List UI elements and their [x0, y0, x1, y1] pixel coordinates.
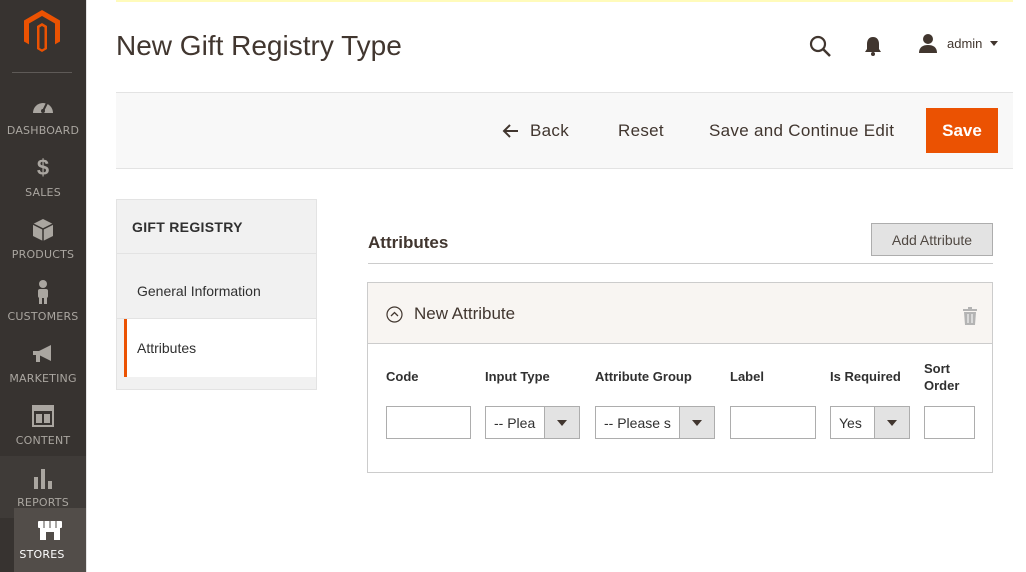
attribute-group-value: -- Please s	[604, 415, 671, 431]
collapse-icon[interactable]	[386, 306, 403, 323]
label-column-label: Label	[730, 369, 764, 384]
back-button[interactable]: Back	[502, 121, 569, 141]
nav-products[interactable]: PRODUCTS	[0, 208, 86, 270]
gift-registry-tabs: GIFT REGISTRY General Information Attrib…	[116, 199, 317, 390]
is-required-column-label: Is Required	[830, 369, 901, 384]
admin-sidebar: DASHBOARD $ SALES PRODUCTS CUSTOMERS MAR…	[0, 0, 86, 572]
bar-chart-icon	[0, 464, 86, 492]
store-icon	[14, 516, 86, 544]
nav-stores[interactable]: STORES	[14, 508, 86, 572]
nav-label: STORES	[19, 548, 65, 561]
back-label: Back	[530, 121, 569, 140]
user-icon[interactable]	[918, 34, 938, 54]
nav-sales[interactable]: $ SALES	[0, 146, 86, 208]
nav-label: CUSTOMERS	[7, 310, 79, 323]
nav-content[interactable]: CONTENT	[0, 394, 86, 456]
tab-attributes[interactable]: Attributes	[124, 319, 316, 377]
nav-label: SALES	[25, 186, 61, 199]
nav-label: PRODUCTS	[11, 248, 75, 261]
nav-label: MARKETING	[9, 372, 77, 385]
search-icon[interactable]	[808, 34, 832, 58]
nav-label: DASHBOARD	[6, 124, 80, 137]
sort-order-input[interactable]	[924, 406, 975, 439]
save-and-continue-button[interactable]: Save and Continue Edit	[709, 121, 894, 141]
save-button[interactable]: Save	[926, 108, 998, 153]
nav-marketing[interactable]: MARKETING	[0, 332, 86, 394]
arrow-left-icon	[502, 124, 518, 138]
tab-label: Attributes	[137, 340, 197, 356]
logo[interactable]	[0, 0, 86, 74]
code-input[interactable]	[386, 406, 471, 439]
megaphone-icon	[0, 340, 86, 368]
add-attribute-button[interactable]: Add Attribute	[871, 223, 993, 256]
nav-dashboard[interactable]: DASHBOARD	[0, 84, 86, 146]
top-notice-line	[116, 0, 1013, 2]
page-actions-bar: Back Reset Save and Continue Edit Save	[116, 92, 1013, 169]
is-required-value: Yes	[839, 415, 862, 431]
chevron-down-icon	[544, 407, 579, 438]
reset-button[interactable]: Reset	[618, 121, 664, 141]
is-required-select[interactable]: Yes	[830, 406, 910, 439]
layout-icon	[0, 402, 86, 430]
magento-logo-icon	[24, 10, 60, 52]
chevron-down-icon	[679, 407, 714, 438]
person-icon	[0, 278, 86, 306]
attribute-group-select[interactable]: -- Please s	[595, 406, 715, 439]
sort-order-column-label: Sort	[924, 361, 950, 376]
tabs-divider	[117, 253, 316, 254]
attribute-group-column-label: Attribute Group	[595, 369, 692, 384]
admin-user-menu[interactable]: admin	[947, 36, 982, 51]
input-type-value: -- Plea	[494, 415, 536, 431]
input-type-column-label: Input Type	[485, 369, 550, 384]
attribute-panel-title: New Attribute	[414, 304, 516, 323]
section-divider	[368, 263, 993, 264]
sort-order-column-label: Order	[924, 378, 960, 393]
attribute-panel-header[interactable]: New Attribute	[368, 283, 992, 344]
code-column-label: Code	[386, 369, 419, 384]
new-attribute-panel: New Attribute Code Input Type Attribute …	[367, 282, 993, 473]
dashboard-icon	[0, 92, 86, 120]
label-input[interactable]	[730, 406, 816, 439]
logo-divider	[12, 72, 72, 73]
section-title: Attributes	[368, 233, 449, 252]
cube-icon	[0, 216, 86, 244]
dollar-icon: $	[36, 155, 50, 180]
tabs-title: GIFT REGISTRY	[132, 219, 243, 235]
bell-icon[interactable]	[863, 36, 883, 56]
chevron-down-icon	[874, 407, 909, 438]
sidebar-edge	[86, 0, 87, 572]
tab-label: General Information	[137, 283, 261, 299]
nav-customers[interactable]: CUSTOMERS	[0, 270, 86, 332]
chevron-down-icon[interactable]	[990, 41, 998, 46]
tab-general-information[interactable]: General Information	[117, 260, 316, 318]
trash-icon[interactable]	[962, 307, 978, 325]
page-title: New Gift Registry Type	[116, 30, 402, 61]
input-type-select[interactable]: -- Plea	[485, 406, 580, 439]
nav-label: CONTENT	[15, 434, 71, 447]
